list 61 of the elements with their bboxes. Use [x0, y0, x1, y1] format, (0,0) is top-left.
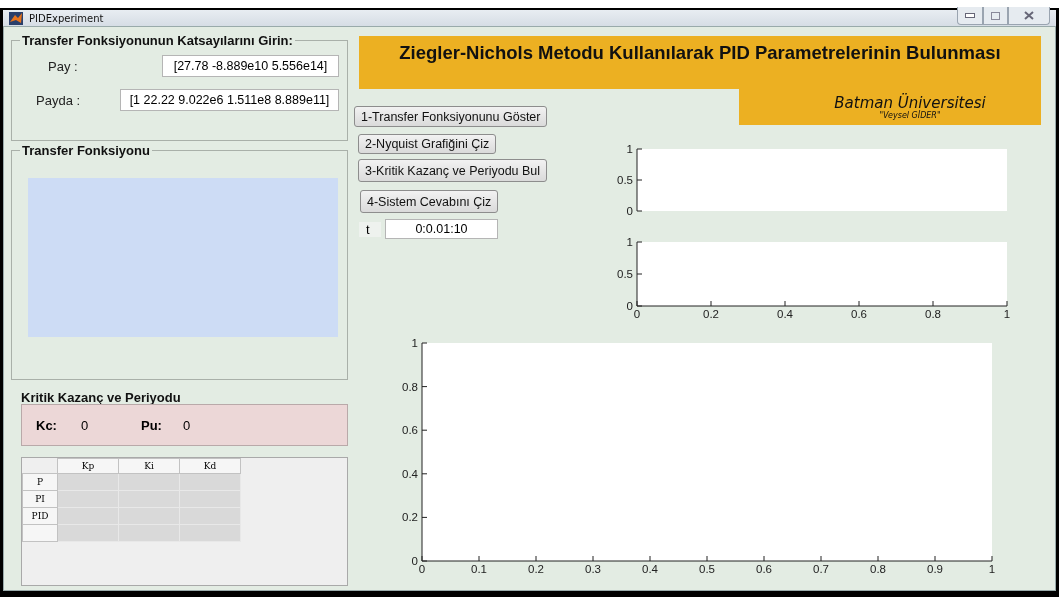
tick-label: 0.6 — [756, 563, 772, 575]
tick-label: 0.1 — [471, 563, 487, 575]
tick-label: 1 — [988, 563, 996, 575]
panel-title: Kritik Kazanç ve Periyodu — [21, 390, 182, 405]
tick-label: 0.4 — [402, 467, 418, 480]
tick-label: 0 — [626, 300, 633, 312]
time-input-field[interactable]: 0:0.01:10 — [385, 219, 498, 239]
result-label: Kc: — [36, 417, 58, 433]
tick-label: 0 — [626, 205, 633, 217]
action-button[interactable]: 3-Kritik Kazanç ve Periyodu Bul — [358, 159, 548, 182]
tick-label: 0.3 — [585, 563, 601, 575]
tick-label: 1 — [1003, 308, 1011, 320]
field-label: Pay : — [48, 58, 78, 74]
minimize-icon — [965, 13, 975, 18]
column-header: Kd — [179, 458, 241, 474]
tick-label: 0.4 — [777, 308, 793, 320]
panel-title: Transfer Fonksiyonu — [21, 143, 151, 158]
field-label: Payda : — [36, 92, 81, 108]
tick-label: 0.2 — [703, 308, 719, 320]
tick-label: 0.8 — [925, 308, 941, 320]
tick-label: 0.8 — [870, 563, 886, 575]
tick-label: 0.9 — [927, 563, 943, 575]
tick-label: 0.5 — [617, 268, 633, 280]
tick-label: 0.5 — [699, 563, 715, 575]
maximize-button[interactable] — [983, 7, 1008, 25]
tick-label: 1 — [411, 337, 418, 349]
result-value: 0 — [81, 417, 90, 433]
window-title: PIDExperiment — [29, 12, 104, 24]
app-heading: Ziegler-Nichols Metodu Kullanılarak PID Parametrelerinin Bulunması — [399, 42, 1001, 65]
action-button[interactable]: 4-Sistem Cevabını Çiz — [360, 190, 499, 213]
result-label: Pu: — [141, 417, 163, 433]
tick-label: 0.6 — [851, 308, 867, 320]
tick-label: 0 — [411, 555, 418, 567]
y-axis — [636, 148, 643, 212]
column-header: Ki — [118, 458, 180, 474]
close-icon — [1024, 11, 1034, 20]
result-value: 0 — [183, 417, 192, 433]
input-field[interactable]: [27.78 -8.889e10 5.556e14] — [162, 55, 339, 77]
tick-label: 0.2 — [402, 511, 418, 524]
author-name: "Veysel GİDER" — [879, 111, 941, 120]
action-button[interactable]: 1-Transfer Fonksiyonunu Göster — [354, 106, 548, 127]
tick-label: 0.5 — [617, 174, 633, 186]
tick-label: 1 — [626, 236, 633, 248]
app-icon — [9, 11, 23, 25]
tick-label: 0.2 — [528, 563, 544, 575]
field-label: t — [359, 221, 381, 237]
y-axis — [636, 241, 643, 307]
input-field[interactable]: [1 22.22 9.022e6 1.511e8 8.889e11] — [120, 89, 339, 111]
action-button[interactable]: 2-Nyquist Grafiğini Çiz — [358, 134, 497, 154]
tick-label: 0.8 — [402, 380, 418, 393]
maximize-icon — [991, 11, 1000, 20]
panel-title: Transfer Fonksiyonunun Katsayılarını Girin: — [21, 33, 294, 48]
tick-label: 0.6 — [402, 424, 418, 437]
column-header: Kp — [57, 458, 119, 474]
tick-label: 0 — [633, 308, 641, 320]
tick-label: 0.4 — [642, 563, 658, 575]
tick-label: 0.7 — [813, 563, 829, 575]
tick-label: 0 — [418, 563, 426, 575]
tick-label: 1 — [626, 143, 633, 155]
close-button[interactable] — [1008, 7, 1050, 25]
minimize-button[interactable] — [957, 7, 983, 25]
